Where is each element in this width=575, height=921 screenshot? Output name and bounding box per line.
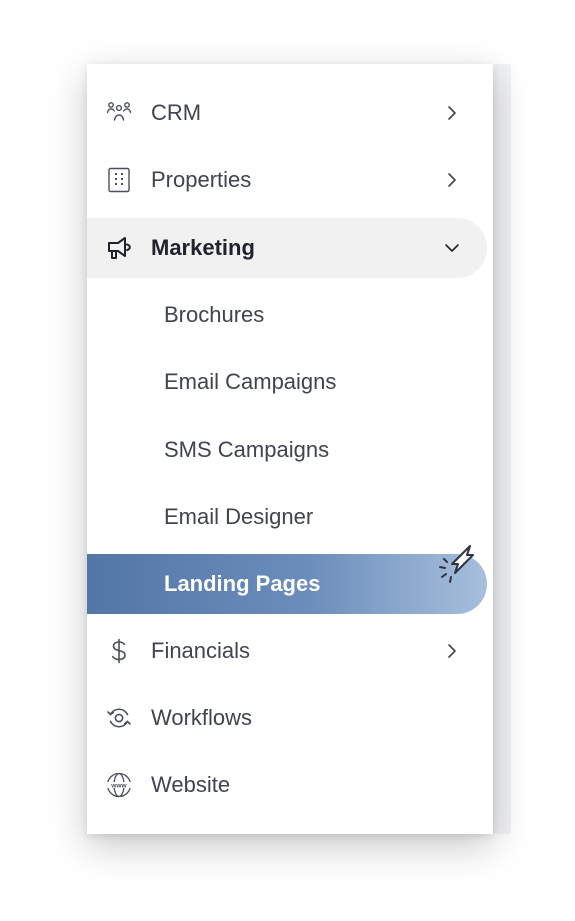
menu-item-website[interactable]: www Website [87,755,487,815]
menu-item-label: Workflows [151,705,253,730]
chevron-right-icon [443,171,461,189]
menu-item-properties[interactable]: Properties [87,150,487,210]
submenu-item-label: Email Campaigns [164,369,337,394]
svg-text:www: www [110,782,127,789]
submenu-item-sms-campaigns[interactable]: SMS Campaigns [87,420,487,480]
megaphone-icon [105,234,133,262]
menu-item-label: Properties [151,167,252,192]
menu-item-label: Website [151,772,231,797]
menu-item-workflows[interactable]: Workflows [87,688,487,748]
submenu-item-label: Brochures [164,302,265,327]
workflow-icon [105,704,133,732]
chevron-right-icon [443,104,461,122]
submenu-item-label: SMS Campaigns [164,437,330,462]
submenu-item-email-designer[interactable]: Email Designer [87,487,487,547]
submenu-item-landing-pages[interactable]: Landing Pages [87,545,487,614]
menu-item-marketing[interactable]: Marketing [87,218,487,278]
submenu-item-label: Email Designer [164,504,314,529]
sidebar-menu: CRM Properties Marketing Brochures Email… [87,64,493,834]
chevron-right-icon [443,642,461,660]
submenu-item-email-campaigns[interactable]: Email Campaigns [87,352,487,412]
scrollbar-track[interactable] [493,64,511,834]
menu-item-label: CRM [151,100,202,125]
users-icon [105,99,133,127]
submenu-item-label: Landing Pages [164,571,321,596]
menu-item-financials[interactable]: Financials [87,621,487,681]
dollar-icon [105,637,133,665]
menu-item-label: Financials [151,638,251,663]
submenu-item-brochures[interactable]: Brochures [87,285,487,345]
menu-item-label: Marketing [151,235,255,260]
chevron-down-icon [443,239,461,257]
www-globe-icon: www [105,771,133,799]
click-cursor-icon [425,542,481,598]
building-icon [105,166,133,194]
menu-item-crm[interactable]: CRM [87,83,487,143]
